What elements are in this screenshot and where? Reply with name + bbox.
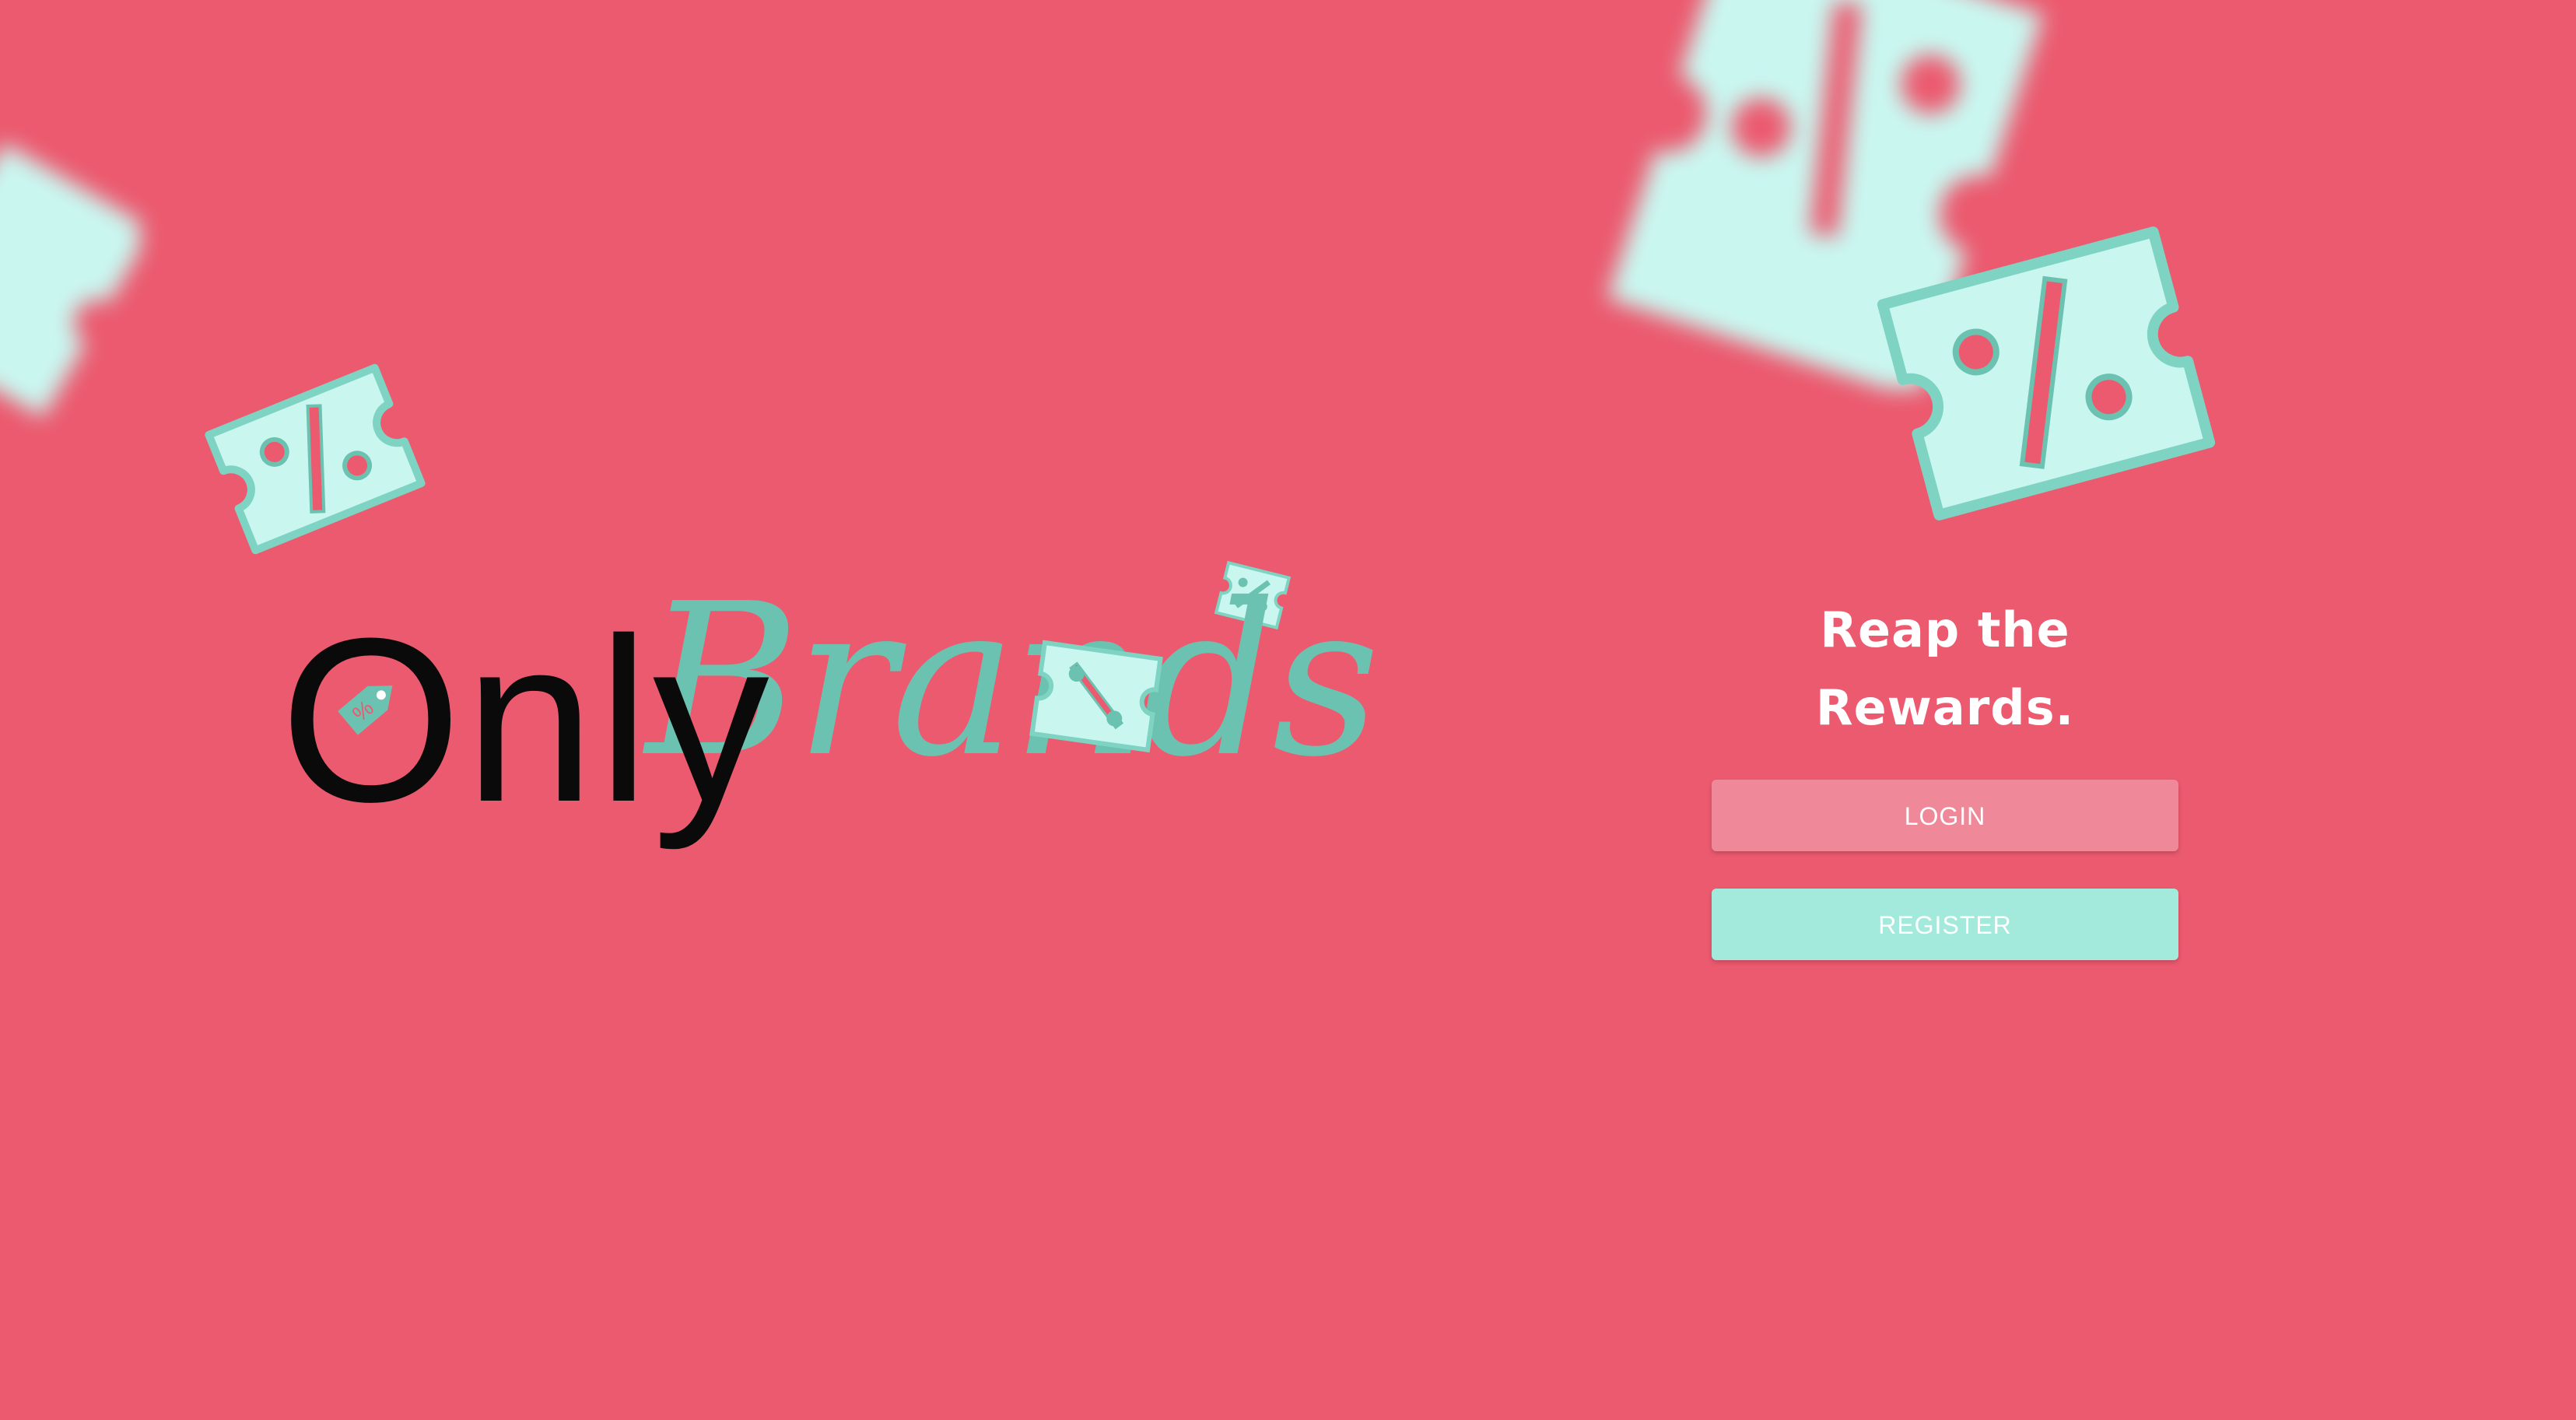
register-button[interactable]: REGISTER bbox=[1712, 889, 2178, 960]
discount-coupon-icon bbox=[0, 142, 140, 418]
auth-panel: Reap the Rewards. LOGIN REGISTER bbox=[1704, 591, 2186, 960]
landing-page: Brands Only % Reap the Rewards. LOGIN RE… bbox=[0, 0, 2576, 1420]
discount-coupon-icon bbox=[205, 363, 426, 555]
tagline: Reap the Rewards. bbox=[1815, 601, 2075, 736]
login-button[interactable]: LOGIN bbox=[1712, 780, 2178, 851]
discount-coupon-icon bbox=[1029, 640, 1163, 753]
discount-coupon-icon bbox=[1877, 226, 2216, 521]
price-tag-icon: % bbox=[338, 685, 393, 735]
onlybrands-logo: Brands Only % bbox=[280, 560, 1380, 837]
